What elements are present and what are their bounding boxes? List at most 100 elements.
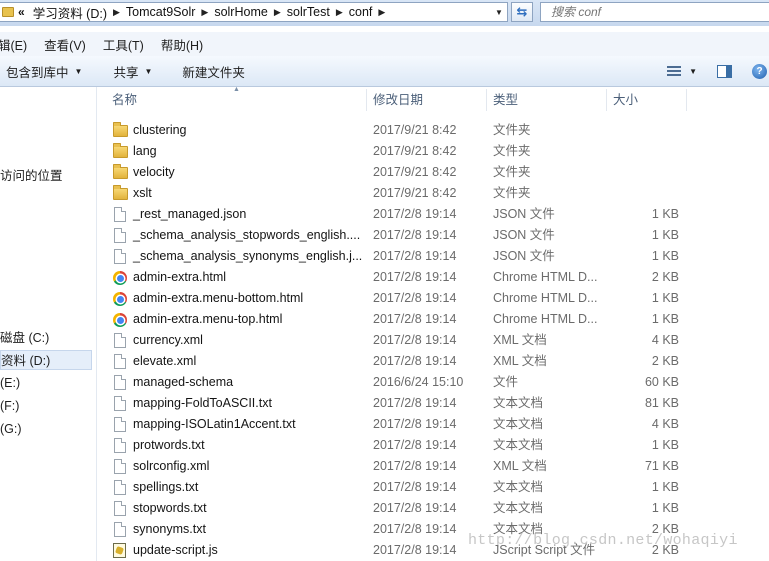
menu-help[interactable]: 帮助(H) [161,35,203,54]
file-date: 2017/2/8 19:14 [373,480,457,494]
file-type: JSON 文件 [493,228,555,242]
nav-drive-c[interactable]: 磁盘 (C:) [0,328,92,348]
nav-drive-f[interactable]: (F:) [0,396,92,416]
file-date: 2017/2/8 19:14 [373,312,457,326]
file-type: XML 文档 [493,459,547,473]
file-row[interactable]: xslt 2017/9/21 8:42 文件夹 [97,183,769,204]
file-name: currency.xml [133,333,203,347]
folder-icon [113,185,128,200]
file-date: 2017/2/8 19:14 [373,228,457,242]
file-row[interactable]: solrconfig.xml 2017/2/8 19:14 XML 文档 71 KB [97,456,769,477]
chevron-down-icon[interactable]: ▼ [491,3,507,21]
file-type: Chrome HTML D... [493,270,598,284]
file-rows: clustering 2017/9/21 8:42 文件夹 lang 2017/9/21… [97,120,769,561]
column-divider[interactable] [366,89,367,111]
breadcrumb-arrow-icon[interactable]: ▶ [201,7,208,18]
breadcrumb-conf[interactable]: conf [349,5,373,19]
file-name: clustering [133,123,187,137]
file-row[interactable]: clustering 2017/9/21 8:42 文件夹 [97,120,769,141]
file-row[interactable]: admin-extra.menu-top.html 2017/2/8 19:14 C… [97,309,769,330]
search-input[interactable] [551,5,701,19]
file-row[interactable]: admin-extra.html 2017/2/8 19:14 Chrome HTM… [97,267,769,288]
file-row[interactable]: protwords.txt 2017/2/8 19:14 文本文档 1 KB [97,435,769,456]
file-name: solrconfig.xml [133,459,210,473]
file-size: 1 KB [651,228,679,242]
breadcrumb-tomcat[interactable]: Tomcat9Solr [126,5,195,19]
file-name: velocity [133,165,175,179]
breadcrumb-solrtest[interactable]: solrTest [287,5,330,19]
file-size: 1 KB [651,480,679,494]
file-row[interactable]: lang 2017/9/21 8:42 文件夹 [97,141,769,162]
file-row[interactable]: _schema_analysis_synonyms_english.j... 20… [97,246,769,267]
help-icon[interactable]: ? [752,63,767,79]
file-type: 文件夹 [493,123,531,137]
column-divider[interactable] [486,89,487,111]
nav-drive-g[interactable]: (G:) [0,419,92,439]
chevron-down-icon: ▼ [144,66,153,76]
nav-drive-d[interactable]: 资料 (D:) [0,350,92,370]
preview-pane-icon[interactable] [717,64,732,78]
file-size: 1 KB [651,291,679,305]
menu-tools[interactable]: 工具(T) [103,35,144,54]
column-divider[interactable] [606,89,607,111]
file-row[interactable]: velocity 2017/9/21 8:42 文件夹 [97,162,769,183]
document-icon [114,249,126,264]
file-row[interactable]: admin-extra.menu-bottom.html 2017/2/8 19:… [97,288,769,309]
document-icon [114,438,126,453]
file-type: JSON 文件 [493,249,555,263]
file-row[interactable]: elevate.xml 2017/2/8 19:14 XML 文档 2 KB [97,351,769,372]
file-type: Chrome HTML D... [493,312,598,326]
nav-drive-e[interactable]: (E:) [0,373,92,393]
column-size[interactable]: 大小 [613,87,638,114]
file-row[interactable]: _rest_managed.json 2017/2/8 19:14 JSON 文件 1… [97,204,769,225]
file-date: 2017/2/8 19:14 [373,459,457,473]
breadcrumb-drive[interactable]: 学习资料 (D:) [33,3,107,22]
file-size: 1 KB [651,312,679,326]
file-size: 1 KB [651,501,679,515]
document-icon [114,480,126,495]
breadcrumb-arrow-icon[interactable]: ▶ [336,7,343,18]
share-button[interactable]: 共享 ▼ [113,62,152,81]
address-bar[interactable]: « 学习资料 (D:) ▶ Tomcat9Solr ▶ solrHome ▶ s… [0,2,508,22]
menu-edit[interactable]: 辑(E) [0,35,27,54]
file-row[interactable]: stopwords.txt 2017/2/8 19:14 文本文档 1 KB [97,498,769,519]
column-header: ▲ 名称 修改日期 类型 大小 [97,86,769,114]
file-name: stopwords.txt [133,501,207,515]
file-type: 文本文档 [493,438,544,452]
file-size: 1 KB [651,249,679,263]
breadcrumb-solrhome[interactable]: solrHome [214,5,268,19]
nav-recent-places[interactable]: 访问的位置 [0,166,92,186]
file-row[interactable]: _schema_analysis_stopwords_english.... 20… [97,225,769,246]
file-date: 2017/2/8 19:14 [373,333,457,347]
file-row[interactable]: managed-schema 2016/6/24 15:10 文件 60 KB [97,372,769,393]
refresh-button[interactable]: ⇆ [511,2,533,22]
file-size: 71 KB [644,459,679,473]
column-date[interactable]: 修改日期 [373,87,423,114]
file-name: _rest_managed.json [133,207,247,221]
breadcrumb-arrow-icon[interactable]: ▶ [378,7,385,18]
watermark-text: http://blog.csdn.net/wohaqiyi [468,532,738,549]
include-in-library-button[interactable]: 包含到库中 ▼ [6,62,82,81]
breadcrumb-overflow[interactable]: « [18,5,25,19]
breadcrumb-arrow-icon[interactable]: ▶ [113,7,120,18]
file-name: _schema_analysis_synonyms_english.j... [133,249,363,263]
view-options-icon[interactable] [667,65,682,77]
file-row[interactable]: currency.xml 2017/2/8 19:14 XML 文档 4 KB [97,330,769,351]
column-name[interactable]: 名称 [112,87,137,114]
file-date: 2017/9/21 8:42 [373,165,457,179]
column-divider[interactable] [686,89,687,111]
file-date: 2017/2/8 19:14 [373,249,457,263]
new-folder-button[interactable]: 新建文件夹 [182,62,245,81]
document-icon [114,459,126,474]
file-date: 2017/2/8 19:14 [373,270,457,284]
breadcrumb-arrow-icon[interactable]: ▶ [274,7,281,18]
column-type[interactable]: 类型 [493,87,518,114]
file-row[interactable]: mapping-FoldToASCII.txt 2017/2/8 19:14 文本文… [97,393,769,414]
chevron-down-icon[interactable]: ▼ [689,67,697,76]
file-row[interactable]: spellings.txt 2017/2/8 19:14 文本文档 1 KB [97,477,769,498]
file-name: spellings.txt [133,480,199,494]
file-row[interactable]: mapping-ISOLatin1Accent.txt 2017/2/8 19:1… [97,414,769,435]
search-box[interactable] [540,2,769,22]
menu-view[interactable]: 查看(V) [44,35,86,54]
file-name: admin-extra.menu-top.html [133,312,283,326]
